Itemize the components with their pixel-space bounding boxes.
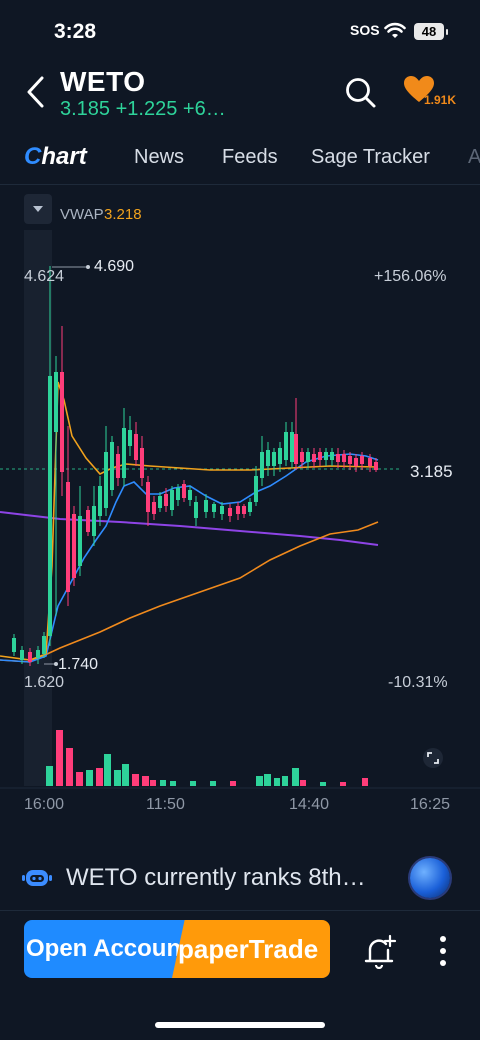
current-price-tag: 3.185 xyxy=(410,462,453,481)
stock-quote: 3.185 +1.225 +6… xyxy=(60,98,226,120)
price-alert-bell-icon[interactable] xyxy=(362,933,398,969)
time-label-end: 16:25 xyxy=(410,796,451,813)
paper-trade-button[interactable]: paperTrade xyxy=(172,920,330,978)
tab-chart[interactable]: Chart xyxy=(24,143,87,171)
time-label-mid2: 14:40 xyxy=(289,796,330,813)
premarket-zone xyxy=(24,230,52,786)
tab-news[interactable]: News xyxy=(134,146,184,169)
ma-orange-line xyxy=(0,521,379,663)
tab-sage-tracker[interactable]: Sage Tracker xyxy=(311,146,430,169)
wifi-icon xyxy=(384,22,406,38)
time-label-mid1: 11:50 xyxy=(146,796,185,813)
ranking-message: WETO currently ranks 8th… xyxy=(66,864,366,891)
volume-bars xyxy=(46,730,368,786)
high-price-label: 4.624 xyxy=(24,268,65,285)
tab-bar: Chart News Feeds Sage Tracker A xyxy=(0,138,480,185)
high-pointer-dot xyxy=(86,265,90,269)
low-marker-label: 1.740 xyxy=(58,656,99,673)
search-icon[interactable] xyxy=(344,76,378,110)
stock-header: WETO 3.185 +1.225 +6… 1.91K xyxy=(0,60,480,130)
pct-bottom-label: -10.31% xyxy=(388,674,448,691)
open-account-button[interactable]: Open Account xyxy=(24,920,192,978)
home-indicator xyxy=(155,1022,325,1028)
bottom-toolbar: Open Account paperTrade xyxy=(0,910,480,1040)
fullscreen-expand-icon[interactable] xyxy=(422,747,444,769)
status-bar: 3:28 SOS 48 xyxy=(0,0,480,60)
battery-indicator: 48 xyxy=(414,23,448,40)
watch-count: 1.91K xyxy=(424,93,457,107)
time-label-start: 16:00 xyxy=(24,796,65,813)
pct-top-label: +156.06% xyxy=(374,268,447,285)
globe-icon[interactable] xyxy=(410,858,450,898)
ma-purple-line xyxy=(0,511,379,546)
robot-assistant-icon xyxy=(22,870,52,886)
ma-blue-line xyxy=(0,453,379,663)
tab-feeds[interactable]: Feeds xyxy=(222,146,278,169)
price-chart[interactable]: VWAP 3.218 4.624 4.690 +156.06% 3.185 1.… xyxy=(0,186,480,826)
ranking-banner[interactable]: WETO currently ranks 8th… xyxy=(0,830,480,910)
status-time: 3:28 xyxy=(54,20,97,43)
status-carrier: SOS xyxy=(350,22,380,38)
back-arrow-icon[interactable] xyxy=(24,74,48,110)
high-marker-label: 4.690 xyxy=(94,258,135,275)
stock-ticker: WETO xyxy=(60,66,146,97)
tab-chart-label: hart xyxy=(41,143,87,170)
low-price-label: 1.620 xyxy=(24,674,65,691)
indicator-readout-strip xyxy=(24,842,344,848)
more-options-icon[interactable] xyxy=(438,935,448,967)
tab-more[interactable]: A xyxy=(468,146,480,169)
